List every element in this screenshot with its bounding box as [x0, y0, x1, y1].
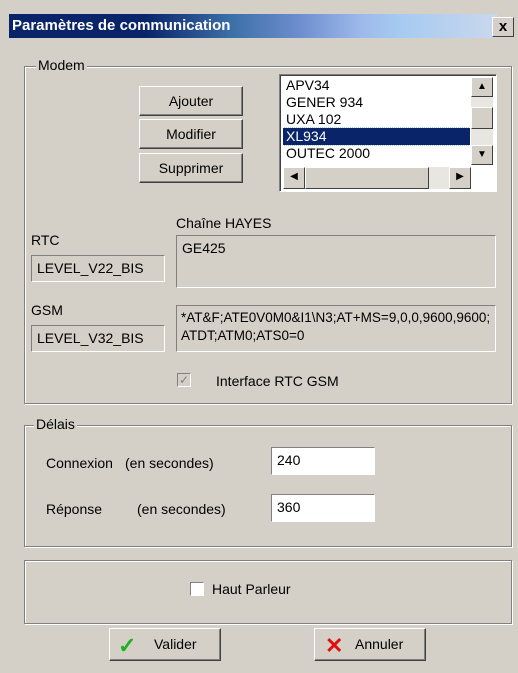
cancel-button[interactable]: ✕ Annuler: [314, 628, 426, 661]
validate-label: Valider: [154, 636, 197, 652]
validate-button[interactable]: ✓ Valider: [109, 628, 221, 661]
rtc-value: LEVEL_V22_BIS: [31, 255, 165, 282]
scroll-down-button[interactable]: ▼: [471, 145, 493, 165]
list-item[interactable]: APV34: [283, 77, 470, 94]
scroll-left-button[interactable]: ◀: [283, 167, 305, 189]
gsm-label: GSM: [31, 302, 63, 318]
gsm-hayes-string: *AT&F;ATE0V0M0&I1\N3;AT+MS=9,0,0,9600,96…: [176, 305, 496, 352]
list-item[interactable]: GENER 934: [283, 94, 470, 111]
scroll-right-button[interactable]: ▶: [449, 167, 471, 189]
vertical-scrollbar[interactable]: ▲ ▼: [471, 77, 493, 165]
connexion-label: Connexion: [46, 455, 113, 471]
close-button[interactable]: x: [492, 17, 514, 37]
list-item-selected[interactable]: XL934: [283, 127, 470, 146]
delete-button[interactable]: Supprimer: [139, 153, 243, 183]
interface-rtc-gsm-checkbox[interactable]: ✓: [177, 373, 191, 387]
modify-button[interactable]: Modifier: [139, 119, 243, 149]
reponse-label: Réponse: [46, 501, 103, 517]
add-button[interactable]: Ajouter: [139, 86, 243, 116]
hayes-label: Chaîne HAYES: [176, 215, 272, 231]
rtc-hayes-string: GE425: [176, 235, 496, 288]
haut-parleur-label: Haut Parleur: [212, 581, 291, 597]
connexion-unit: (en secondes): [125, 455, 214, 471]
window-title: Paramètres de communication: [12, 17, 231, 34]
reponse-unit: (en secondes): [137, 501, 226, 517]
scroll-up-button[interactable]: ▲: [471, 77, 493, 97]
scroll-thumb[interactable]: [471, 107, 493, 129]
list-item[interactable]: OUTEC 2000: [283, 145, 470, 162]
modem-list-items: APV34 GENER 934 UXA 102 XL934 OUTEC 2000: [283, 77, 470, 165]
delais-legend: Délais: [34, 416, 77, 432]
connexion-input[interactable]: 240: [271, 447, 375, 475]
reponse-input[interactable]: 360: [271, 494, 375, 522]
title-bar: Paramètres de communication x: [0, 0, 518, 40]
interface-rtc-gsm-label: Interface RTC GSM: [216, 373, 339, 389]
list-item[interactable]: UXA 102: [283, 111, 470, 128]
cancel-label: Annuler: [355, 636, 404, 652]
gsm-value: LEVEL_V32_BIS: [31, 325, 165, 352]
cross-icon: ✕: [325, 633, 344, 658]
close-icon: x: [498, 18, 508, 35]
scroll-thumb-horizontal[interactable]: [305, 167, 429, 189]
haut-parleur-checkbox[interactable]: [190, 582, 204, 596]
horizontal-scrollbar[interactable]: ◀ ▶: [283, 167, 471, 189]
modem-legend: Modem: [36, 57, 87, 73]
rtc-label: RTC: [31, 232, 60, 248]
check-icon: ✓: [178, 373, 190, 387]
checkmark-icon: ✓: [118, 633, 137, 658]
delais-group: [24, 425, 512, 547]
